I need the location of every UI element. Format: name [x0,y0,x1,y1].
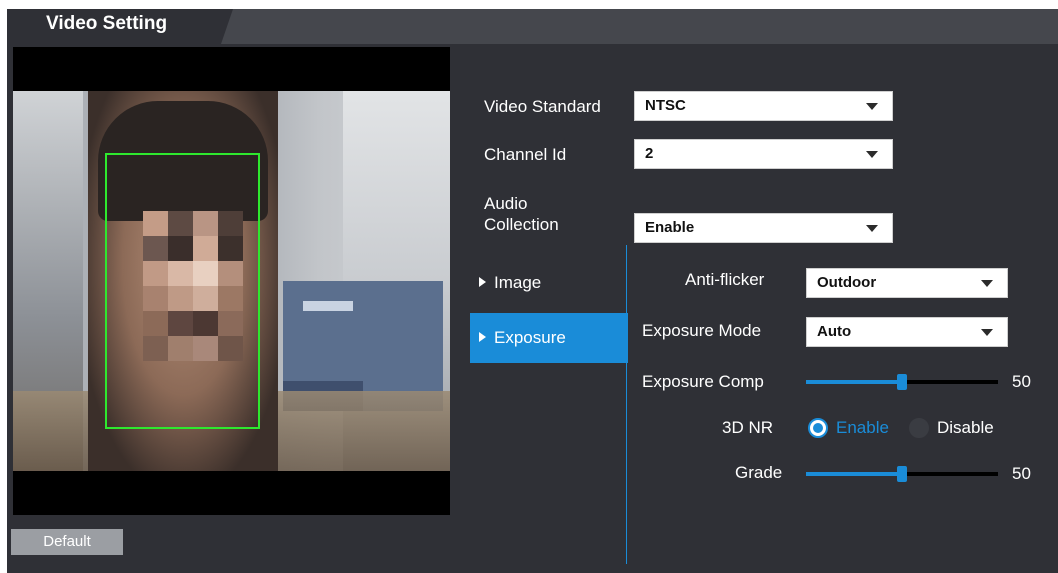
grade-label: Grade [735,463,783,482]
exposure-comp-fill [806,380,902,384]
video-standard-value: NTSC [645,97,686,114]
nr-3d-disable-radio[interactable] [909,418,929,438]
exposure-comp-thumb[interactable] [897,374,907,390]
tab-title: Video Setting [46,13,168,34]
chevron-down-icon [866,103,878,110]
chevron-down-icon [866,151,878,158]
audio-collection-select[interactable]: Enable [634,213,893,243]
exposure-mode-select[interactable]: Auto [806,317,1008,347]
nav-item-image-label: Image [494,273,542,292]
camera-image [13,91,450,471]
exposure-comp-value: 50 [1012,372,1031,391]
channel-id-select[interactable]: 2 [634,139,893,169]
caret-right-icon [479,332,486,342]
title-bar: Video Setting [7,9,1058,44]
audio-collection-label-line2: Collection [484,215,559,234]
nav-item-exposure-label: Exposure [494,328,566,347]
video-standard-select[interactable]: NTSC [634,91,893,121]
section-divider [626,245,627,564]
audio-collection-value: Enable [645,219,695,236]
tab-video-setting[interactable]: Video Setting [7,9,233,44]
caret-right-icon [479,277,486,287]
grade-slider[interactable] [806,466,998,482]
channel-id-label: Channel Id [484,145,567,164]
nr-3d-label: 3D NR [722,418,774,437]
face-detection-box [105,153,260,429]
channel-id-value: 2 [645,145,654,162]
exposure-mode-value: Auto [817,323,852,340]
chevron-down-icon [981,329,993,336]
chevron-down-icon [866,225,878,232]
anti-flicker-value: Outdoor [817,274,877,291]
exposure-mode-label: Exposure Mode [642,321,762,340]
video-standard-label: Video Standard [484,97,601,116]
anti-flicker-select[interactable]: Outdoor [806,268,1008,298]
nav-item-exposure[interactable]: Exposure [470,313,628,363]
chevron-down-icon [981,280,993,287]
grade-thumb[interactable] [897,466,907,482]
video-preview [13,47,450,515]
nr-3d-disable-label[interactable]: Disable [937,418,994,438]
nr-3d-enable-radio[interactable] [808,418,828,438]
grade-fill [806,472,902,476]
exposure-comp-label: Exposure Comp [642,372,764,391]
anti-flicker-label: Anti-flicker [685,270,765,289]
nav-item-image[interactable]: Image [470,263,627,303]
default-button[interactable]: Default [11,529,123,555]
nr-3d-enable-label[interactable]: Enable [836,418,889,438]
exposure-comp-slider[interactable] [806,374,998,390]
grade-value: 50 [1012,464,1031,483]
audio-collection-label-line1: Audio [484,194,528,213]
